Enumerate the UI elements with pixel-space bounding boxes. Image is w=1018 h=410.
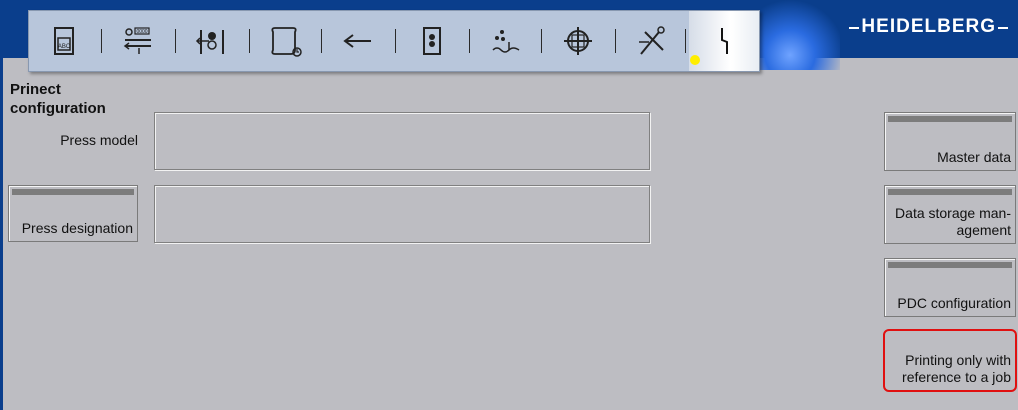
press-designation-button[interactable]: Press designation — [8, 185, 138, 242]
toolbar-delivery-button[interactable] — [323, 11, 393, 71]
press-model-field[interactable] — [154, 112, 650, 170]
button-bar — [888, 262, 1012, 268]
printing-only-label-line2: reference to a job — [902, 369, 1011, 385]
master-data-button[interactable]: Master data — [884, 112, 1016, 171]
button-bar — [888, 116, 1012, 122]
status-indicator-dot — [690, 55, 700, 65]
left-strip — [0, 58, 3, 410]
feeder-icon: 0000 — [123, 27, 151, 54]
tools-icon — [639, 26, 665, 55]
page-title-line1: Prinect — [10, 81, 61, 98]
toolbar-feeder-button[interactable]: 0000 — [103, 11, 173, 71]
dampening-icon — [492, 30, 520, 53]
button-bar — [888, 189, 1012, 195]
toolbar-separator — [469, 29, 470, 53]
toolbar-separator — [321, 29, 322, 53]
toolbar-tools-button[interactable] — [617, 11, 687, 71]
svg-text:0000: 0000 — [136, 29, 147, 35]
button-bar — [12, 189, 134, 195]
toolbar-separator — [101, 29, 102, 53]
scroll-clock-icon — [271, 27, 302, 57]
press-designation-field[interactable] — [154, 185, 650, 243]
pdc-configuration-label: PDC configuration — [897, 295, 1011, 311]
data-storage-label-line1: Data storage man- — [895, 205, 1011, 221]
job-card-icon: ABC — [54, 27, 74, 55]
main-toolbar: ABC 0000 — [28, 10, 760, 72]
toolbar-separator — [395, 29, 396, 53]
page-title-line2: configuration — [10, 100, 106, 117]
data-storage-label-line2: agement — [956, 222, 1011, 238]
toolbar-job-list-button[interactable] — [251, 11, 321, 71]
page-title: Prinect configuration — [10, 80, 140, 118]
toolbar-ink-unit-button[interactable] — [177, 11, 247, 71]
svg-text:ABC: ABC — [58, 44, 71, 50]
printing-only-with-job-reference-button[interactable]: Printing only with reference to a job — [883, 329, 1017, 392]
master-data-label: Master data — [937, 149, 1011, 165]
toolbar-door-button[interactable] — [397, 11, 467, 71]
press-model-label: Press model — [60, 132, 138, 148]
toolbar-separator — [175, 29, 176, 53]
toolbar-separator — [541, 29, 542, 53]
toolbar-dampening-button[interactable] — [471, 11, 541, 71]
toolbar-job-data-button[interactable]: ABC — [29, 11, 99, 71]
toolbar-separator — [249, 29, 250, 53]
heidelberg-logo: HEIDELBERG — [849, 16, 1008, 37]
toolbar-separator — [685, 29, 686, 53]
toolbar-register-button[interactable] — [543, 11, 613, 71]
register-crosshair-icon — [564, 27, 592, 55]
toolbar-separator — [615, 29, 616, 53]
press-designation-label: Press designation — [21, 220, 133, 236]
door-icon — [423, 27, 441, 55]
arrow-left-icon — [343, 34, 371, 48]
data-storage-management-button[interactable]: Data storage man- agement — [884, 185, 1016, 244]
pdc-configuration-button[interactable]: PDC configuration — [884, 258, 1016, 317]
service-lightning-icon — [721, 28, 728, 54]
ink-unit-icon — [195, 30, 224, 54]
printing-only-label-line1: Printing only with — [905, 352, 1011, 368]
